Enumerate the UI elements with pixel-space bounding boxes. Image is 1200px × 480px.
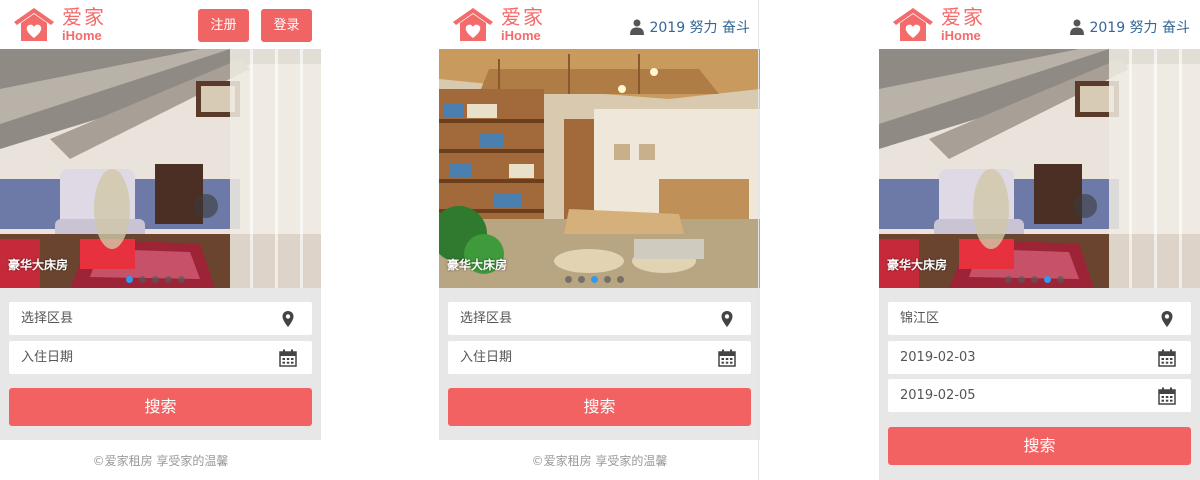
- calendar-icon: [1158, 349, 1176, 367]
- brand-name-cn: 爱家: [941, 5, 985, 29]
- user-link[interactable]: 2019 努力 奋斗: [1070, 17, 1190, 37]
- user-icon: [1070, 19, 1085, 35]
- image-carousel[interactable]: 豪华大床房: [439, 49, 760, 288]
- checkin-date-text: 入住日期: [21, 350, 74, 365]
- user-icon: [630, 19, 645, 35]
- house-heart-icon: [14, 8, 54, 41]
- user-name: 2019 努力 奋斗: [1089, 20, 1190, 36]
- carousel-dot[interactable]: [591, 276, 598, 283]
- end-date-value: 2019-02-05: [900, 388, 976, 403]
- end-date-field[interactable]: 2019-02-05: [888, 379, 1191, 412]
- brand-name-en: iHome: [501, 28, 541, 43]
- map-marker-icon: [282, 311, 294, 327]
- search-button[interactable]: 搜索: [888, 427, 1191, 465]
- user-name: 2019 努力 奋斗: [649, 20, 750, 36]
- image-carousel[interactable]: 豪华大床房: [0, 49, 321, 288]
- room-photo: [879, 49, 1200, 288]
- header: 爱家 iHome 2019 努力 奋斗: [879, 0, 1200, 48]
- header: 爱家 iHome 注册 登录: [0, 0, 321, 48]
- slide-caption: 豪华大床房: [8, 258, 69, 272]
- calendar-icon: [718, 349, 736, 367]
- brand-name-en: iHome: [62, 28, 102, 43]
- brand-name-en: iHome: [941, 28, 981, 43]
- carousel-dot[interactable]: [617, 276, 624, 283]
- carousel-dot[interactable]: [152, 276, 159, 283]
- carousel-dot[interactable]: [139, 276, 146, 283]
- carousel-dot[interactable]: [578, 276, 585, 283]
- mobile-screen-guest: 爱家 iHome 注册 登录 豪华大床房 选择区县 入住日期 搜索 ©爱家租房 …: [0, 0, 321, 480]
- carousel-dot[interactable]: [1005, 276, 1012, 283]
- area-select[interactable]: 锦江区: [888, 302, 1191, 335]
- house-heart-icon: [893, 8, 933, 41]
- area-select[interactable]: 选择区县: [448, 302, 751, 335]
- search-button[interactable]: 搜索: [448, 388, 751, 426]
- search-form: 锦江区 2019-02-03 2019-02-05 搜索: [879, 288, 1200, 480]
- area-select-text: 选择区县: [460, 311, 513, 326]
- checkin-date-field[interactable]: 入住日期: [448, 341, 751, 374]
- carousel-dot[interactable]: [1057, 276, 1064, 283]
- footer-text: ©爱家租房 享受家的温馨: [92, 454, 229, 468]
- carousel-dots[interactable]: [565, 276, 630, 283]
- calendar-icon: [279, 349, 297, 367]
- register-button[interactable]: 注册: [198, 9, 249, 42]
- brand-logo[interactable]: 爱家 iHome: [891, 5, 1001, 45]
- brand-logo[interactable]: 爱家 iHome: [12, 5, 122, 45]
- brand-name-cn: 爱家: [501, 5, 545, 29]
- carousel-dot[interactable]: [1044, 276, 1051, 283]
- carousel-dot[interactable]: [126, 276, 133, 283]
- brand-name-cn: 爱家: [62, 5, 106, 29]
- area-select-value: 锦江区: [900, 311, 940, 326]
- start-date-field[interactable]: 2019-02-03: [888, 341, 1191, 374]
- carousel-dot[interactable]: [178, 276, 185, 283]
- search-form: 选择区县 入住日期 搜索: [0, 288, 321, 440]
- checkin-date-field[interactable]: 入住日期: [9, 341, 312, 374]
- area-select-text: 选择区县: [21, 311, 74, 326]
- carousel-dot[interactable]: [1031, 276, 1038, 283]
- checkin-date-text: 入住日期: [460, 350, 513, 365]
- mobile-screen-filled: 爱家 iHome 2019 努力 奋斗 豪华大床房 锦江区 2019-02-03…: [879, 0, 1200, 480]
- brand-logo[interactable]: 爱家 iHome: [451, 5, 561, 45]
- carousel-dot[interactable]: [1018, 276, 1025, 283]
- room-photo: [439, 49, 760, 288]
- slide-caption: 豪华大床房: [447, 258, 508, 272]
- start-date-value: 2019-02-03: [900, 350, 976, 365]
- carousel-dot[interactable]: [565, 276, 572, 283]
- calendar-icon: [1158, 387, 1176, 405]
- house-heart-icon: [453, 8, 493, 41]
- map-marker-icon: [1161, 311, 1173, 327]
- carousel-dot[interactable]: [604, 276, 611, 283]
- map-marker-icon: [721, 311, 733, 327]
- search-button[interactable]: 搜索: [9, 388, 312, 426]
- login-button[interactable]: 登录: [261, 9, 312, 42]
- divider: [758, 0, 759, 480]
- image-carousel[interactable]: 豪华大床房: [879, 49, 1200, 288]
- mobile-screen-logged-in: 爱家 iHome 2019 努力 奋斗 豪华大床房 选择区县 入住日期 搜索 ©…: [439, 0, 760, 480]
- header: 爱家 iHome 2019 努力 奋斗: [439, 0, 760, 48]
- user-link[interactable]: 2019 努力 奋斗: [630, 17, 750, 37]
- footer-text: ©爱家租房 享受家的温馨: [531, 454, 668, 468]
- area-select[interactable]: 选择区县: [9, 302, 312, 335]
- search-form: 选择区县 入住日期 搜索: [439, 288, 760, 440]
- carousel-dots[interactable]: [126, 276, 191, 283]
- carousel-dots[interactable]: [1005, 276, 1070, 283]
- carousel-dot[interactable]: [165, 276, 172, 283]
- room-photo: [0, 49, 321, 288]
- slide-caption: 豪华大床房: [887, 258, 948, 272]
